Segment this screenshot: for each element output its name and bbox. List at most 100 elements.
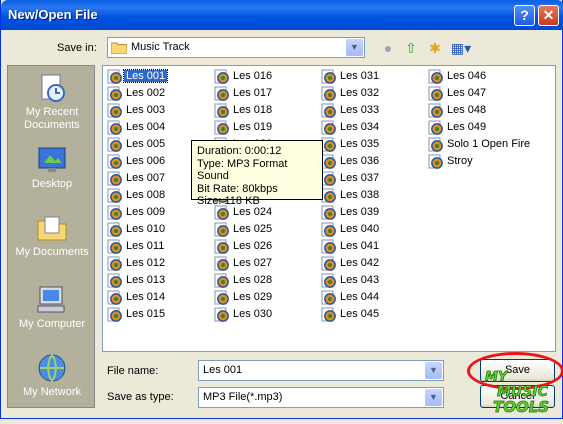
- file-item[interactable]: Les 012: [107, 256, 167, 272]
- file-item[interactable]: Les 029: [214, 290, 274, 306]
- back-icon[interactable]: ●: [378, 38, 398, 58]
- my-computer-icon: [37, 286, 65, 313]
- my-network-icon: [38, 354, 66, 382]
- file-item[interactable]: Les 007: [107, 171, 167, 187]
- mp3-file-icon: [107, 256, 123, 271]
- place-my-documents[interactable]: My Documents: [8, 212, 96, 284]
- mp3-file-icon: [321, 154, 337, 169]
- file-item[interactable]: Les 011: [107, 239, 166, 255]
- save-in-label: Save in:: [57, 42, 97, 54]
- file-item[interactable]: Les 014: [107, 290, 167, 306]
- place-desktop[interactable]: Desktop: [8, 144, 96, 216]
- file-name-text: Les 031: [340, 70, 380, 82]
- file-list[interactable]: Les 001 Les 002 Les 003 Les 004 Les 005 Les 0…: [102, 65, 556, 352]
- title-bar[interactable]: New/Open File ? ✕: [1, 0, 563, 30]
- file-item[interactable]: Stroy: [428, 154, 475, 170]
- file-name-text: Les 049: [447, 121, 487, 133]
- file-item[interactable]: Les 044: [321, 290, 381, 306]
- file-item[interactable]: Les 045: [321, 307, 381, 323]
- mp3-file-icon: [428, 86, 444, 101]
- file-item[interactable]: Les 015: [107, 307, 167, 323]
- file-item[interactable]: Les 010: [107, 222, 167, 238]
- file-item[interactable]: Les 048: [428, 103, 488, 119]
- file-item[interactable]: Solo 1 Open Fire: [428, 137, 532, 153]
- place-my-recent-documents[interactable]: My Recent Documents: [8, 72, 96, 144]
- file-item[interactable]: Les 037: [321, 171, 381, 187]
- file-item[interactable]: Les 027: [214, 256, 274, 272]
- file-item[interactable]: Les 017: [214, 86, 274, 102]
- mp3-file-icon: [428, 137, 444, 152]
- file-item[interactable]: Les 031: [321, 69, 381, 85]
- file-item[interactable]: Les 009: [107, 205, 167, 221]
- file-item[interactable]: Les 025: [214, 222, 274, 238]
- file-item[interactable]: Les 043: [321, 273, 381, 289]
- mp3-file-icon: [107, 273, 123, 288]
- mp3-file-icon: [214, 103, 230, 118]
- tooltip-size: Size: 118 KB: [197, 195, 260, 207]
- file-item[interactable]: Les 034: [321, 120, 381, 136]
- file-name-text: Les 037: [340, 172, 380, 184]
- file-name-text: Les 003: [126, 104, 166, 116]
- file-name-text: Les 016: [233, 70, 273, 82]
- file-item[interactable]: Les 046: [428, 69, 488, 85]
- file-item[interactable]: Les 036: [321, 154, 381, 170]
- file-item[interactable]: Les 002: [107, 86, 167, 102]
- file-item[interactable]: Les 042: [321, 256, 381, 272]
- file-item[interactable]: Les 018: [214, 103, 274, 119]
- file-item[interactable]: Les 006: [107, 154, 167, 170]
- file-item[interactable]: Les 040: [321, 222, 381, 238]
- file-item[interactable]: Les 026: [214, 239, 274, 255]
- file-item[interactable]: Les 013: [107, 273, 167, 289]
- file-name-field[interactable]: Les 001 ▼: [198, 360, 444, 381]
- file-item[interactable]: Les 032: [321, 86, 381, 102]
- annotation-circle: [467, 352, 563, 390]
- file-name-text: Les 024: [233, 206, 273, 218]
- new-folder-icon[interactable]: ✱: [425, 38, 445, 58]
- place-my-network[interactable]: My Network: [8, 352, 96, 424]
- place-my-computer[interactable]: My Computer: [8, 284, 96, 356]
- file-name-text: Les 025: [233, 223, 273, 235]
- file-item[interactable]: Les 005: [107, 137, 167, 153]
- mp3-file-icon: [107, 307, 123, 322]
- file-item[interactable]: Les 039: [321, 205, 381, 221]
- file-name-text: Les 004: [126, 121, 166, 133]
- file-name-text: Les 036: [340, 155, 380, 167]
- mp3-file-icon: [321, 103, 337, 118]
- file-item[interactable]: Les 019: [214, 120, 274, 136]
- places-bar: My Recent Documents Desktop My Documents…: [7, 65, 95, 408]
- file-item[interactable]: Les 001: [107, 69, 169, 85]
- file-item[interactable]: Les 004: [107, 120, 167, 136]
- close-button[interactable]: ✕: [538, 5, 559, 26]
- file-info-tooltip: Duration: 0:00:12 Type: MP3 Format Sound…: [191, 140, 323, 207]
- mp3-file-icon: [214, 69, 230, 84]
- file-item[interactable]: Les 047: [428, 86, 488, 102]
- help-button[interactable]: ?: [514, 5, 535, 26]
- my-documents-icon: [37, 216, 67, 241]
- chevron-down-icon[interactable]: ▼: [425, 362, 442, 379]
- chevron-down-icon[interactable]: ▼: [346, 39, 363, 56]
- view-menu-icon[interactable]: ▦▾: [449, 38, 473, 58]
- file-item[interactable]: Les 035: [321, 137, 381, 153]
- file-item[interactable]: Les 008: [107, 188, 167, 204]
- file-name-text: Les 045: [340, 308, 380, 320]
- file-item[interactable]: Les 016: [214, 69, 274, 85]
- save-in-dropdown[interactable]: Music Track ▼: [107, 37, 365, 58]
- file-item[interactable]: Les 038: [321, 188, 381, 204]
- mp3-file-icon: [107, 222, 123, 237]
- file-item[interactable]: Les 049: [428, 120, 488, 136]
- save-as-type-dropdown[interactable]: MP3 File(*.mp3) ▼: [198, 387, 444, 408]
- file-item[interactable]: Les 028: [214, 273, 274, 289]
- up-folder-icon[interactable]: ⇧: [401, 38, 421, 58]
- file-name-text: Les 034: [340, 121, 380, 133]
- file-item[interactable]: Les 041: [321, 239, 381, 255]
- file-name-value[interactable]: Les 001: [203, 364, 242, 376]
- place-label: My Computer: [18, 318, 86, 330]
- file-name-text: Les 038: [340, 189, 380, 201]
- file-name-text: Les 015: [126, 308, 166, 320]
- file-item[interactable]: Les 033: [321, 103, 381, 119]
- file-item[interactable]: Les 030: [214, 307, 274, 323]
- mp3-file-icon: [107, 137, 123, 152]
- file-item[interactable]: Les 003: [107, 103, 167, 119]
- chevron-down-icon[interactable]: ▼: [425, 389, 442, 406]
- mp3-file-icon: [428, 154, 444, 169]
